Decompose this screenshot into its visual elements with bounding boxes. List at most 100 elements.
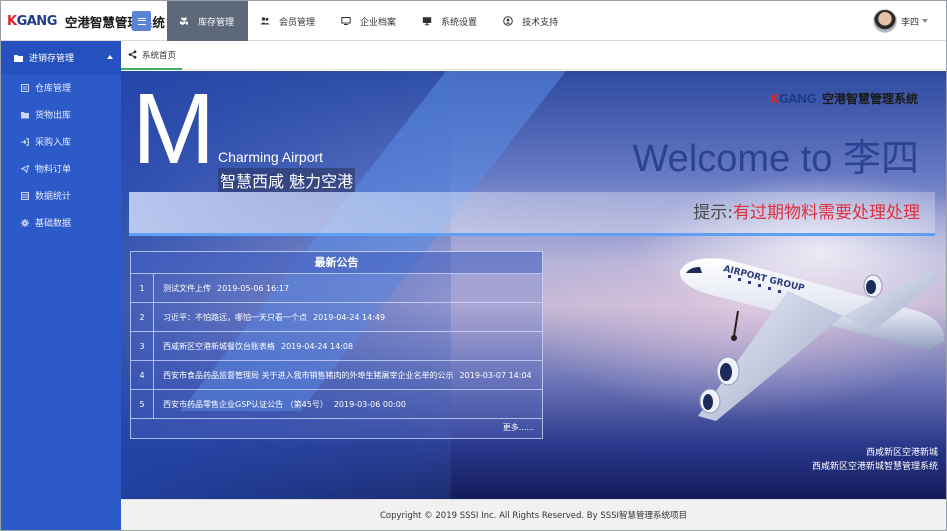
logo-mark-k: K: [770, 91, 779, 106]
notice-panel: 最新公告 1 测试文件上传 2019-05-06 16:17 2 习近平：不怕路远…: [130, 251, 543, 439]
notice-title-text[interactable]: 西安市药品零售企业GSP认证公告 （第45号）: [163, 400, 328, 409]
nav-item-enterprise[interactable]: 企业档案: [329, 1, 410, 41]
notice-row[interactable]: 5 西安市药品零售企业GSP认证公告 （第45号） 2019-03-06 00:0…: [131, 389, 542, 419]
notice-text[interactable]: 西咸新区空港新城餐饮台账表格 2019-04-24 14:08: [154, 341, 353, 352]
table-icon: [21, 191, 29, 200]
notice-title-text[interactable]: 测试文件上传: [163, 284, 211, 293]
sidebar-item-label: 仓库管理: [35, 84, 72, 94]
notice-text[interactable]: 测试文件上传 2019-05-06 16:17: [154, 283, 289, 294]
sidebar-item-label: 基础数据: [35, 219, 72, 229]
notice-date: 2019-03-06 00:00: [333, 399, 406, 409]
notice-number: 3: [131, 331, 154, 361]
app-window: K GANG 空港智慧管理系统 库存管理 会员管理 企业档案 系统设置 技术支持…: [0, 0, 947, 531]
notice-row[interactable]: 2 习近平：不怕路远，哪怕一天只看一个点 2019-04-24 14:49: [131, 302, 542, 332]
sidebar-group-label: 进销存管理: [29, 54, 75, 64]
notice-text[interactable]: 西安市食品药品监督管理局 关于进入我市销售猪肉的外埠生猪屠宰企业名单的公示 201…: [154, 370, 532, 381]
airplane-illustration: AIRPORT GROUP: [679, 258, 945, 421]
welcome-banner: M Charming Airport 智慧西咸 魅力空港 K GANG 空港智慧管…: [121, 71, 946, 499]
sign-in-icon: [21, 137, 29, 146]
caret-up-icon: [107, 55, 113, 59]
notice-date: 2019-04-24 14:49: [313, 312, 386, 322]
banner-slogan: 智慧西咸 魅力空港: [218, 168, 356, 192]
notice-date: 2019-05-06 16:17: [217, 283, 290, 293]
menu-toggle-button[interactable]: [132, 11, 151, 31]
top-nav: 库存管理 会员管理 企业档案 系统设置 技术支持: [167, 1, 572, 41]
nav-label: 会员管理: [279, 17, 316, 28]
nav-label: 企业档案: [360, 17, 397, 28]
folder-icon: [21, 111, 29, 119]
logo-mark: K GANG: [7, 14, 57, 29]
notice-title-text[interactable]: 西咸新区空港新城餐饮台账表格: [163, 342, 275, 351]
copyright-text: Copyright © 2019 SSSI Inc. All Rights Re…: [379, 511, 688, 521]
nav-item-support[interactable]: 技术支持: [491, 1, 572, 41]
tab-home[interactable]: 系统首页: [121, 41, 183, 70]
logo-mark-gang: GANG: [778, 91, 817, 106]
hint-text[interactable]: 有过期物料需要处理处理: [733, 203, 920, 223]
banner-accent-line: [129, 233, 935, 236]
top-bar: K GANG 空港智慧管理系统 库存管理 会员管理 企业档案 系统设置 技术支持…: [1, 1, 946, 41]
nav-item-inventory[interactable]: 库存管理: [167, 1, 249, 41]
page-footer: Copyright © 2019 SSSI Inc. All Rights Re…: [121, 499, 946, 530]
folder-icon: [14, 54, 23, 62]
list-icon: [21, 83, 29, 92]
notice-row[interactable]: 4 西安市食品药品监督管理局 关于进入我市销售猪肉的外埠生猪屠宰企业名单的公示 2…: [131, 360, 542, 390]
user-name[interactable]: 李四: [901, 15, 919, 28]
banner-big-letter: M: [132, 73, 216, 185]
notice-number: 1: [131, 273, 154, 303]
sidebar-group-inventory[interactable]: 进销存管理: [1, 41, 121, 74]
notice-title: 最新公告: [131, 252, 542, 274]
notice-title-text[interactable]: 西安市食品药品监督管理局 关于进入我市销售猪肉的外埠生猪屠宰企业名单的公示: [163, 371, 454, 380]
caret-down-icon[interactable]: [922, 19, 928, 23]
monitor-icon: [341, 16, 351, 26]
send-icon: [21, 164, 29, 173]
notice-date: 2019-03-07 14:04: [459, 370, 532, 380]
banner-subtitle: Charming Airport: [218, 149, 324, 165]
notice-text[interactable]: 习近平：不怕路远，哪怕一天只看一个点 2019-04-24 14:49: [154, 312, 385, 323]
notice-number: 2: [131, 302, 154, 332]
sidebar-item-material-orders[interactable]: 物料订单: [1, 155, 121, 182]
hint-label: 提示:: [693, 203, 733, 223]
cubes-icon: [179, 16, 189, 26]
user-menu[interactable]: 李四: [872, 9, 928, 33]
share-icon: [128, 50, 137, 59]
nav-item-members[interactable]: 会员管理: [248, 1, 329, 41]
banner-footnote-line1: 西咸新区空港新城: [865, 448, 938, 458]
banner-footnote-line2: 西咸新区空港新城智慧管理系统: [811, 462, 938, 472]
notice-text[interactable]: 西安市药品零售企业GSP认证公告 （第45号） 2019-03-06 00:00: [154, 399, 406, 410]
welcome-heading: Welcome to 李四: [632, 138, 920, 180]
sidebar-item-warehouse[interactable]: 仓库管理: [1, 74, 121, 101]
nav-label: 系统设置: [441, 17, 478, 28]
logo-mark-k: K: [7, 13, 17, 29]
sidebar-item-label: 货物出库: [35, 111, 72, 121]
sidebar-item-purchase-inbound[interactable]: 采购入库: [1, 128, 121, 155]
sidebar-item-label: 数据统计: [35, 192, 72, 202]
notice-row[interactable]: 3 西咸新区空港新城餐饮台账表格 2019-04-24 14:08: [131, 331, 542, 361]
sidebar: 进销存管理 仓库管理 货物出库 采购入库 物料订单 数据统计 基础数据: [1, 41, 121, 530]
nav-label: 技术支持: [522, 17, 559, 28]
banner-footnote: 西咸新区空港新城 西咸新区空港新城智慧管理系统: [812, 446, 938, 474]
banner-logo-text: 空港智慧管理系统: [821, 92, 918, 106]
notice-date: 2019-04-24 14:08: [281, 341, 354, 351]
avatar[interactable]: [872, 9, 897, 33]
notice-more-link[interactable]: 更多......: [503, 422, 534, 433]
notice-number: 5: [131, 389, 154, 419]
notice-title-text[interactable]: 习近平：不怕路远，哪怕一天只看一个点: [163, 313, 307, 322]
notice-row[interactable]: 1 测试文件上传 2019-05-06 16:17: [131, 273, 542, 303]
hamburger-icon: [137, 17, 146, 25]
tab-strip: 系统首页: [121, 41, 946, 70]
banner-logo: K GANG 空港智慧管理系统: [770, 90, 918, 107]
sidebar-item-label: 采购入库: [35, 138, 72, 148]
nav-label: 库存管理: [198, 17, 235, 28]
logo-mark: K GANG: [770, 92, 816, 106]
nav-item-settings[interactable]: 系统设置: [410, 1, 491, 41]
logo-mark-gang: GANG: [16, 13, 58, 29]
sidebar-item-outbound[interactable]: 货物出库: [1, 101, 121, 128]
notice-number: 4: [131, 360, 154, 390]
expiry-hint: 提示:有过期物料需要处理处理: [693, 198, 920, 223]
tab-label: 系统首页: [142, 50, 177, 61]
gear-icon: [21, 218, 29, 227]
users-icon: [260, 16, 270, 26]
sidebar-item-statistics[interactable]: 数据统计: [1, 182, 121, 209]
sidebar-item-basic-data[interactable]: 基础数据: [1, 209, 121, 236]
user-circle-icon: [503, 16, 513, 26]
